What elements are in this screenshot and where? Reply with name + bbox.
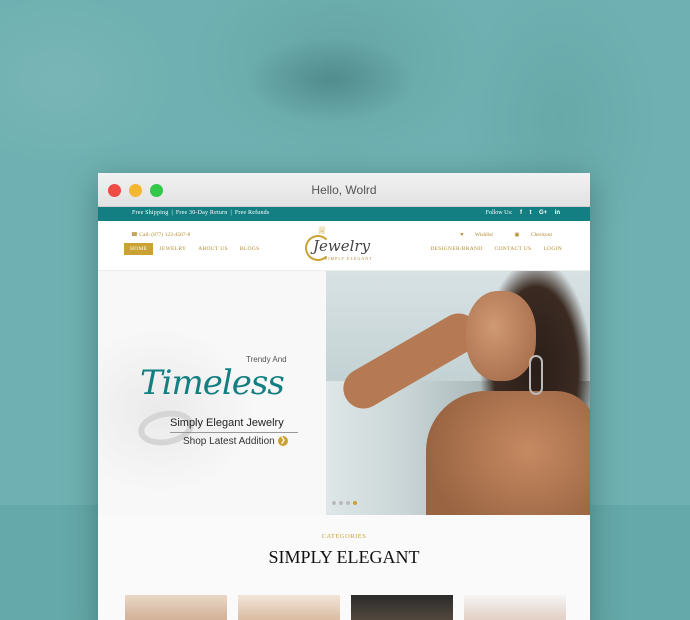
nav-left: HOME JEWELRY ABOUT US BLOGS [124, 243, 265, 255]
promo-free-shipping: Free Shipping [132, 210, 169, 216]
title-bar: Hello, Wolrd [98, 173, 590, 207]
twitter-icon[interactable]: t [529, 210, 531, 216]
slide-dot-1[interactable] [332, 501, 336, 505]
site-header: ☎ Call: (877) 123-4567-8 HOME JEWELRY AB… [98, 221, 590, 271]
nav-jewelry[interactable]: JEWELRY [153, 243, 192, 255]
category-thumb-3[interactable] [351, 595, 453, 620]
hero-headline: Timeless [140, 363, 285, 403]
phone-text: Call: (877) 123-4567-8 [139, 232, 191, 238]
linkedin-icon[interactable]: in [555, 210, 560, 216]
category-thumbnails [125, 595, 566, 620]
wishlist-link[interactable]: ♥ Wishlist [450, 232, 493, 238]
slide-dot-4[interactable] [353, 501, 357, 505]
categories-title: SIMPLY ELEGANT [268, 547, 420, 567]
promo-items: Free Shipping | Free 30-Day Return | Free Re… [132, 210, 270, 216]
slider-pagination [332, 501, 357, 505]
nav-contact-us[interactable]: CONTACT US [489, 243, 538, 255]
shop-latest-link[interactable]: Shop Latest Addition ❯ [183, 436, 288, 447]
social-links: Follow Us: f t G+ in [486, 210, 560, 216]
slide-dot-3[interactable] [346, 501, 350, 505]
nav-right: DESIGNER/BRAND CONTACT US LOGIN [424, 243, 568, 255]
hero-model-photo [326, 271, 590, 515]
window-title: Hello, Wolrd [311, 183, 377, 197]
google-plus-icon[interactable]: G+ [539, 210, 547, 216]
nav-login[interactable]: LOGIN [537, 243, 568, 255]
logo-text: Jewelry [313, 237, 371, 255]
checkout-label: Checkout [530, 232, 552, 238]
categories-label: CATEGORIES [321, 533, 367, 540]
chevron-right-icon: ❯ [277, 436, 288, 447]
heart-icon: ♥ [460, 232, 464, 238]
hero-divider [170, 432, 298, 433]
site-logo[interactable]: ♕ Jewelry SIMPLY ELEGANT [303, 225, 383, 269]
photo-body [426, 391, 590, 515]
nav-about-us[interactable]: ABOUT US [192, 243, 234, 255]
category-thumb-4[interactable] [464, 595, 566, 620]
nav-designer-brand[interactable]: DESIGNER/BRAND [424, 243, 488, 255]
category-thumb-2[interactable] [238, 595, 340, 620]
nav-blogs[interactable]: BLOGS [234, 243, 266, 255]
shop-latest-label: Shop Latest Addition [183, 436, 275, 447]
facebook-icon[interactable]: f [520, 210, 522, 216]
hero-subtitle: Simply Elegant Jewelry [170, 417, 284, 429]
promo-free-refunds: Free Refunds [234, 210, 270, 216]
photo-face [466, 291, 536, 381]
browser-window: Hello, Wolrd Free Shipping | Free 30-Day R… [98, 173, 590, 620]
checkout-link[interactable]: ▣ Checkout [504, 232, 552, 238]
promo-bar: Free Shipping | Free 30-Day Return | Free Re… [98, 207, 590, 221]
promo-free-return: Free 30-Day Return [175, 210, 228, 216]
follow-us-label: Follow Us: [485, 210, 513, 216]
phone-number[interactable]: ☎ Call: (877) 123-4567-8 [131, 232, 190, 238]
nav-home[interactable]: HOME [124, 243, 154, 255]
account-links: ♥ Wishlist ▣ Checkout [440, 232, 552, 238]
wishlist-label: Wishlist [474, 232, 493, 238]
photo-earring [529, 355, 543, 395]
bag-icon: ▣ [514, 232, 520, 238]
logo-subtext: SIMPLY ELEGANT [325, 256, 373, 261]
category-thumb-1[interactable] [125, 595, 227, 620]
hero-banner: Trendy And Timeless Simply Elegant Jewel… [98, 271, 590, 515]
phone-icon: ☎ [131, 232, 138, 238]
slide-dot-2[interactable] [339, 501, 343, 505]
crown-icon: ♕ [317, 225, 327, 237]
categories-section: CATEGORIES SIMPLY ELEGANT [98, 515, 590, 620]
